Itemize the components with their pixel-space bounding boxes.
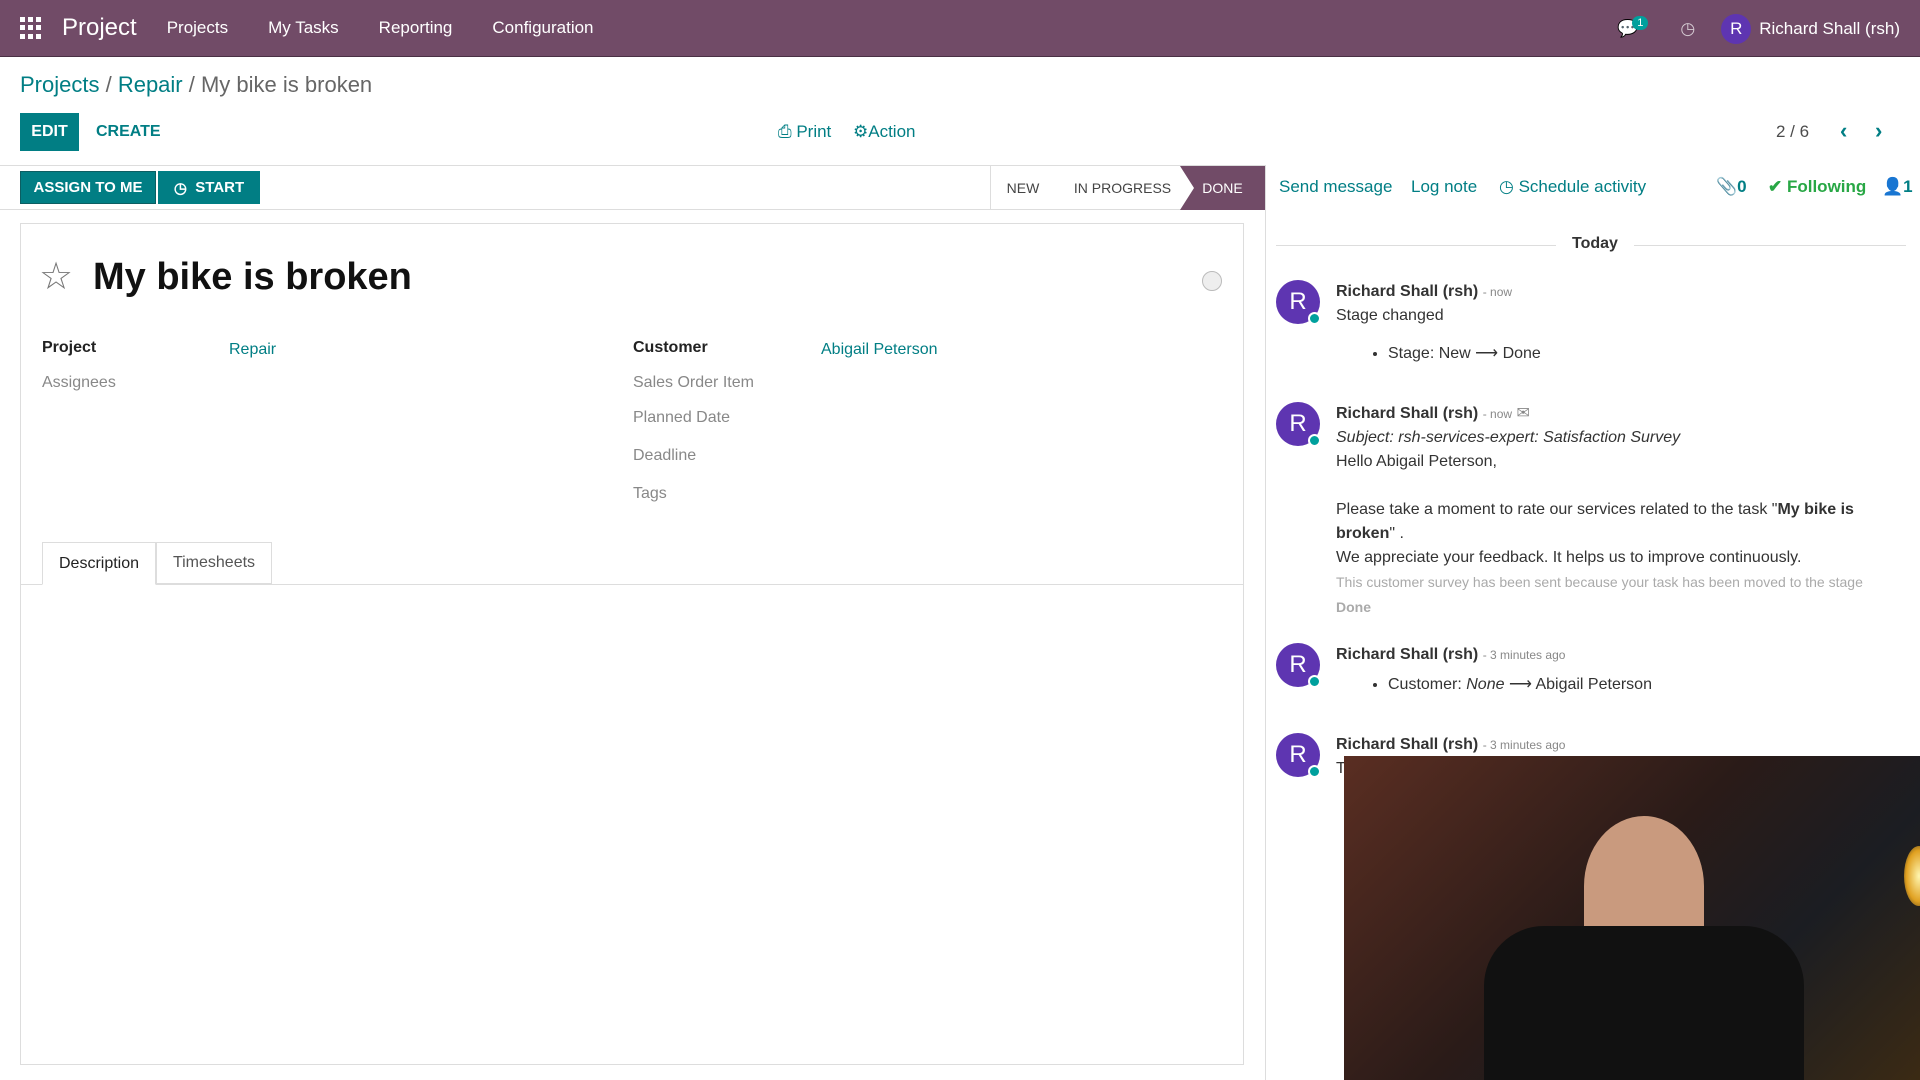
tracking-label: Customer: xyxy=(1388,676,1462,693)
project-label: Project xyxy=(42,339,97,356)
menu-projects[interactable]: Projects xyxy=(167,18,228,38)
status-bar: ASSIGN TO ME ◷ START NEW IN PROGRESS DON… xyxy=(0,165,1265,210)
message-author[interactable]: Richard Shall (rsh) xyxy=(1336,405,1478,422)
start-label: START xyxy=(195,179,245,196)
gear-icon: ⚙ xyxy=(853,122,869,141)
message-paragraph: Please take a moment to rate our service… xyxy=(1336,501,1778,518)
app-name[interactable]: Project xyxy=(62,14,137,42)
user-name: Richard Shall (rsh) xyxy=(1759,18,1900,38)
pager-prev-icon[interactable]: ‹ xyxy=(1840,118,1847,144)
lamp xyxy=(1904,846,1920,906)
project-field[interactable]: Repair xyxy=(229,341,276,359)
clock-icon: ◷ xyxy=(173,179,196,197)
message-author[interactable]: Richard Shall (rsh) xyxy=(1336,736,1478,753)
user-menu[interactable]: R Richard Shall (rsh) xyxy=(1721,13,1900,44)
print-icon: ⎙ xyxy=(778,122,797,141)
stage-new[interactable]: NEW xyxy=(990,166,1055,210)
assignees-label: Assignees xyxy=(42,374,116,391)
message-greeting: Hello Abigail Peterson, xyxy=(1336,453,1497,470)
edit-button[interactable]: EDIT xyxy=(20,113,79,151)
message-paragraph-end: " . xyxy=(1389,525,1404,542)
tracking-old: None xyxy=(1466,676,1505,693)
stage-name: Done xyxy=(1336,599,1371,615)
tracking-new: Done xyxy=(1502,345,1541,362)
customer-field[interactable]: Abigail Peterson xyxy=(821,341,938,359)
tags-label: Tags xyxy=(633,485,667,502)
paperclip-icon: 📎 xyxy=(1716,177,1738,196)
star-icon[interactable]: ☆ xyxy=(39,254,73,299)
action-button[interactable]: ⚙Action xyxy=(853,122,916,142)
message-paragraph: We appreciate your feedback. It helps us… xyxy=(1336,549,1802,566)
message-subject: Subject: rsh-services-expert: Satisfacti… xyxy=(1336,429,1681,446)
task-title[interactable]: My bike is broken xyxy=(93,256,412,299)
attachment-count: 0 xyxy=(1737,177,1747,196)
deadline-label: Deadline xyxy=(633,447,697,464)
action-label: Action xyxy=(868,122,916,141)
schedule-label: Schedule activity xyxy=(1518,177,1647,196)
tab-description[interactable]: Description xyxy=(42,542,156,585)
followers-button[interactable]: 👤1 xyxy=(1882,177,1913,197)
pager-next-icon[interactable]: › xyxy=(1875,118,1882,144)
assign-to-me-button[interactable]: ASSIGN TO ME xyxy=(20,171,156,204)
message-author[interactable]: Richard Shall (rsh) xyxy=(1336,646,1478,663)
start-button[interactable]: ◷ START xyxy=(158,171,260,204)
message-time: - now xyxy=(1482,285,1513,299)
message-time: - 3 minutes ago xyxy=(1482,648,1566,662)
stage-in-progress[interactable]: IN PROGRESS xyxy=(1060,166,1185,210)
message-time: - now xyxy=(1482,407,1513,421)
menu-reporting[interactable]: Reporting xyxy=(379,18,453,38)
kanban-state-circle[interactable] xyxy=(1202,271,1222,291)
print-label: Print xyxy=(796,122,832,141)
schedule-activity-button[interactable]: ◷ Schedule activity xyxy=(1499,177,1646,197)
user-icon: 👤 xyxy=(1882,177,1904,196)
send-message-button[interactable]: Send message xyxy=(1279,177,1392,197)
stage-done[interactable]: DONE xyxy=(1180,166,1265,210)
breadcrumb-current: My bike is broken xyxy=(200,72,373,97)
presenter-body xyxy=(1484,926,1804,1080)
tracking-new: Abigail Peterson xyxy=(1535,676,1652,693)
envelope-icon: ✉ xyxy=(1516,405,1530,422)
menu-configuration[interactable]: Configuration xyxy=(492,18,593,38)
breadcrumb-repair[interactable]: Repair xyxy=(118,72,183,97)
clock-icon: ◷ xyxy=(1499,177,1519,196)
tracking-old: New xyxy=(1438,345,1471,362)
breadcrumb-projects[interactable]: Projects xyxy=(20,72,99,97)
chat-count-badge: 1 xyxy=(1632,15,1649,30)
create-button[interactable]: CREATE xyxy=(96,113,161,151)
top-navbar: Project Projects My Tasks Reporting Conf… xyxy=(0,0,1920,57)
chat-button[interactable]: 💬1 xyxy=(1617,15,1654,39)
sales-order-item-label: Sales Order Item xyxy=(633,374,754,391)
pager-value: 2 / 6 xyxy=(1776,122,1810,141)
message-time: - 3 minutes ago xyxy=(1482,738,1566,752)
print-button[interactable]: ⎙ Print xyxy=(778,122,831,142)
planned-date-label: Planned Date xyxy=(633,409,730,426)
log-note-button[interactable]: Log note xyxy=(1411,177,1477,197)
following-label: Following xyxy=(1786,177,1867,196)
survey-note: This customer survey has been sent becau… xyxy=(1336,574,1863,590)
following-button[interactable]: ✔ Following xyxy=(1768,177,1866,197)
message-author[interactable]: Richard Shall (rsh) xyxy=(1336,283,1478,300)
form-sheet: ☆ My bike is broken Project Repair Assig… xyxy=(20,223,1244,1065)
attachments-button[interactable]: 📎0 xyxy=(1716,177,1747,197)
follower-count: 1 xyxy=(1903,177,1913,196)
customer-label: Customer xyxy=(633,339,708,356)
message-text: Stage changed xyxy=(1336,307,1444,324)
check-icon: ✔ xyxy=(1768,177,1787,196)
activity-clock-icon[interactable]: ◷ xyxy=(1680,19,1695,39)
breadcrumb: Projects / Repair / My bike is broken xyxy=(20,72,373,97)
apps-menu-icon[interactable] xyxy=(20,17,42,39)
date-separator: Today xyxy=(1556,235,1634,253)
video-overlay xyxy=(1344,756,1920,1080)
tab-timesheets[interactable]: Timesheets xyxy=(156,542,272,584)
avatar: R xyxy=(1721,13,1752,44)
menu-my-tasks[interactable]: My Tasks xyxy=(268,18,339,38)
tracking-label: Stage: xyxy=(1388,345,1435,362)
